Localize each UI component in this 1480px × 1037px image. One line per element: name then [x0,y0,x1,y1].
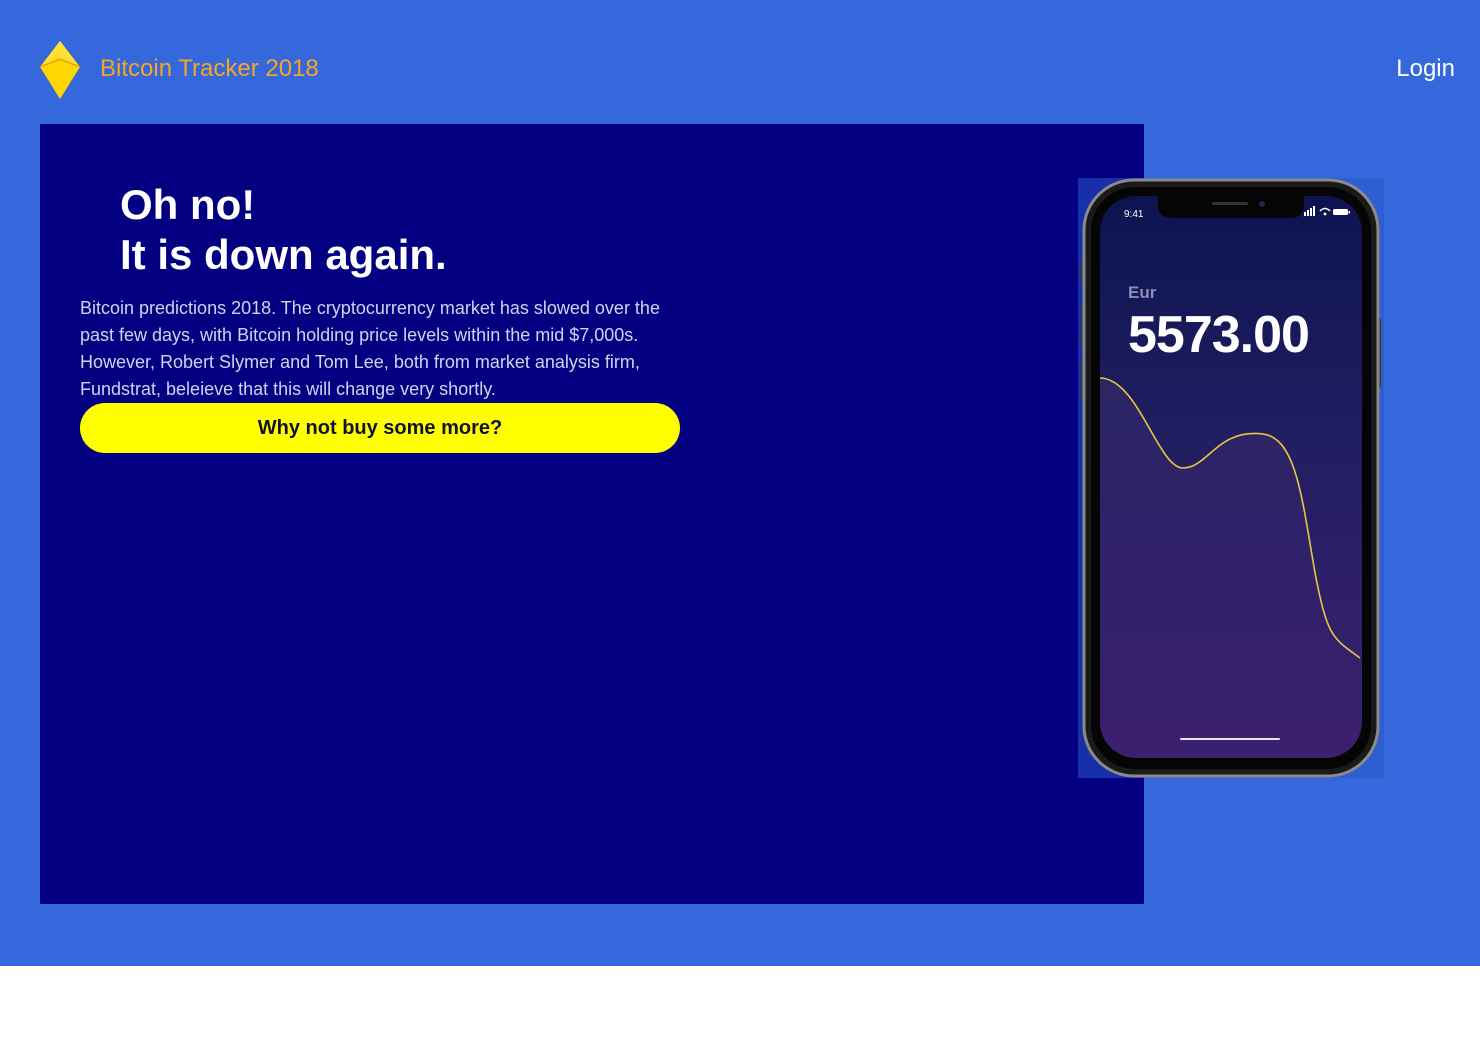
login-link[interactable]: Login [1396,55,1455,83]
phone-illustration: 9:41 Eur 5573.00 [1078,178,1384,778]
hero-panel: Oh no! It is down again. Bitcoin predict… [40,124,1144,904]
status-time: 9:41 [1124,209,1144,220]
home-indicator [1180,738,1280,740]
diamond-logo-icon[interactable] [38,39,82,101]
buy-more-button[interactable]: Why not buy some more? [80,403,680,453]
headline-line-1: Oh no! [120,181,256,228]
price-value: 5573.00 [1128,306,1309,364]
phone-mockup: 9:41 Eur 5573.00 [1078,178,1384,778]
headline: Oh no! It is down again. [120,180,447,280]
header: Bitcoin Tracker 2018 Login [0,0,1480,124]
hero-description: Bitcoin predictions 2018. The cryptocurr… [80,298,660,399]
currency-label: Eur [1128,283,1157,302]
brand-title[interactable]: Bitcoin Tracker 2018 [100,55,319,83]
headline-line-2: It is down again. [120,231,447,278]
